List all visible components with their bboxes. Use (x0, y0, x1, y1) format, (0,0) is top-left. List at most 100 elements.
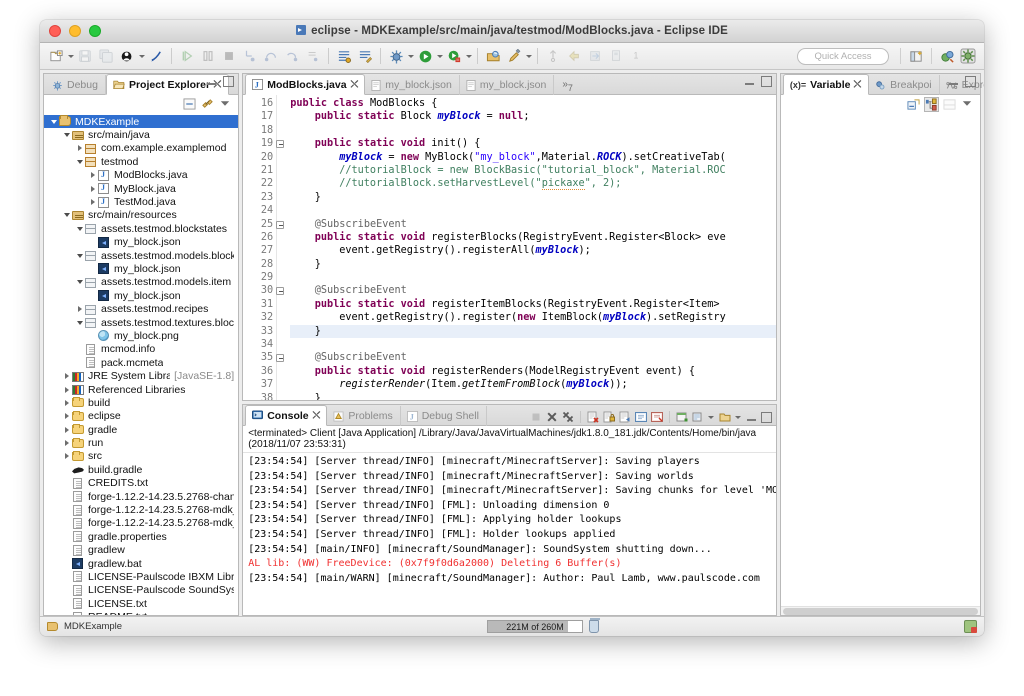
tree-twisty-closed-icon[interactable] (61, 400, 72, 406)
terminate-console-button[interactable] (530, 411, 542, 423)
minimize-console-button[interactable] (746, 412, 757, 423)
code-line[interactable]: myBlock = new MyBlock("my_block",Materia… (290, 151, 776, 164)
tree-item[interactable]: LICENSE-Paulscode SoundSystem CodecIBX (44, 584, 238, 597)
tree-item[interactable]: build.gradle (44, 463, 238, 476)
code-line[interactable]: public class ModBlocks { (290, 97, 776, 110)
variables-tab-close-icon[interactable]: ⛌ (854, 79, 862, 91)
variables-hscroll-thumb[interactable] (783, 608, 978, 615)
tree-item[interactable]: src (44, 450, 238, 463)
maximize-part-button[interactable] (223, 76, 234, 87)
tree-item[interactable]: forge-1.12.2-14.23.5.2768-mdk_Client.lau… (44, 503, 238, 516)
console-tab-close-icon[interactable]: ⛌ (312, 410, 320, 422)
tree-twisty-closed-icon[interactable] (61, 413, 72, 419)
editor-tab-my-block-json-2[interactable]: my_block.json (460, 75, 555, 95)
tree-item[interactable]: mcmod.info (44, 343, 238, 356)
console-output[interactable]: [23:54:54] [Server thread/INFO] [minecra… (243, 453, 776, 615)
open-console-button[interactable] (719, 411, 731, 423)
editor-tab-overflow[interactable]: »7 (554, 82, 579, 94)
tree-item[interactable]: my_block.png (44, 329, 238, 342)
code-line[interactable]: } (290, 325, 776, 338)
search-dropdown[interactable] (525, 47, 532, 65)
step-into-button[interactable] (240, 46, 260, 66)
tree-item[interactable]: com.example.examplemod (44, 142, 238, 155)
resume-button[interactable] (177, 46, 197, 66)
code-line[interactable]: //tutorialBlock.setHarvestLevel("pickaxe… (290, 177, 776, 190)
view-menu-button[interactable] (219, 98, 232, 111)
tree-item[interactable]: TestMod.java (44, 195, 238, 208)
project-tree[interactable]: MDKExamplesrc/main/javacom.example.examp… (44, 114, 238, 615)
tab-debug-shell[interactable]: J Debug Shell (401, 406, 487, 426)
tree-item[interactable]: gradlew (44, 544, 238, 557)
tree-item[interactable]: gradle (44, 423, 238, 436)
back-button[interactable] (564, 46, 584, 66)
tree-item[interactable]: testmod (44, 155, 238, 168)
code-line[interactable] (290, 338, 776, 351)
tree-item[interactable]: pack.mcmeta (44, 356, 238, 369)
last-edit-location-button[interactable] (543, 46, 563, 66)
open-type-button[interactable] (483, 46, 503, 66)
tree-twisty-open-icon[interactable] (74, 321, 85, 325)
tree-twisty-open-icon[interactable] (74, 227, 85, 231)
code-line[interactable]: public static void registerItemBlocks(Re… (290, 298, 776, 311)
scroll-lock-button[interactable] (603, 411, 615, 423)
tree-twisty-closed-icon[interactable] (74, 145, 85, 151)
new-java-class-dropdown[interactable] (138, 47, 145, 65)
minimize-button[interactable] (69, 25, 81, 37)
collapse-all-variables-button[interactable] (907, 98, 920, 111)
tree-twisty-closed-icon[interactable] (61, 453, 72, 459)
maximize-variables-button[interactable] (965, 76, 976, 87)
remove-launch-button[interactable] (546, 411, 558, 423)
java-perspective-button[interactable] (958, 46, 978, 66)
show-logical-structure-button[interactable] (925, 98, 938, 111)
debug-button[interactable] (386, 46, 406, 66)
tree-item[interactable]: LICENSE.txt (44, 597, 238, 610)
tree-item[interactable]: README.txt (44, 610, 238, 615)
skip-breakpoints-button[interactable] (334, 46, 354, 66)
code-content[interactable]: public class ModBlocks { public static B… (277, 95, 776, 400)
status-right-icon[interactable] (964, 620, 977, 633)
tree-item[interactable]: forge-1.12.2-14.23.5.2768-changelog.txt (44, 490, 238, 503)
search-button[interactable] (504, 46, 524, 66)
tree-item[interactable]: gradlew.bat (44, 557, 238, 570)
tree-twisty-closed-icon[interactable] (61, 387, 72, 393)
link-with-editor-button[interactable] (201, 98, 214, 111)
code-line[interactable]: event.getRegistry().register(new ItemBlo… (290, 311, 776, 324)
drop-to-frame-button[interactable] (303, 46, 323, 66)
toolbar-overflow-button[interactable]: 1 (627, 46, 647, 66)
pin-console-button[interactable] (651, 411, 663, 423)
minimize-part-button[interactable] (206, 76, 217, 87)
editor-tab-modblocks[interactable]: J ModBlocks.java ⛌ (245, 74, 365, 95)
tree-item[interactable]: my_block.json (44, 262, 238, 275)
tree-twisty-open-icon[interactable] (74, 160, 85, 164)
tree-item[interactable]: src/main/resources (44, 209, 238, 222)
tree-twisty-open-icon[interactable] (74, 280, 85, 284)
tree-item[interactable]: MyBlock.java (44, 182, 238, 195)
zoom-button[interactable] (89, 25, 101, 37)
tree-item[interactable]: CREDITS.txt (44, 477, 238, 490)
toggle-mark-occurrences-button[interactable] (146, 46, 166, 66)
code-line[interactable]: } (290, 258, 776, 271)
tree-item[interactable]: assets.testmod.recipes (44, 302, 238, 315)
open-console-dropdown[interactable] (692, 411, 704, 423)
step-over-button[interactable] (261, 46, 281, 66)
minimize-editor-button[interactable] (744, 76, 755, 87)
code-line[interactable] (290, 271, 776, 284)
tab-breakpoints[interactable]: Breakpoi (869, 75, 939, 95)
editor-tab-my-block-json-1[interactable]: my_block.json (365, 75, 460, 95)
code-line[interactable]: public static Block myBlock = null; (290, 110, 776, 123)
tree-twisty-open-icon[interactable] (61, 213, 72, 217)
minimize-variables-button[interactable] (948, 76, 959, 87)
tree-twisty-open-icon[interactable] (61, 133, 72, 137)
tree-item[interactable]: run (44, 436, 238, 449)
new-java-class-button[interactable] (117, 46, 137, 66)
code-line[interactable] (290, 204, 776, 217)
tree-item[interactable]: JRE System Library[JavaSE-1.8] (44, 369, 238, 382)
tree-item[interactable]: eclipse (44, 410, 238, 423)
next-annotation-button[interactable] (355, 46, 375, 66)
open-console-caret[interactable] (735, 408, 742, 426)
maximize-editor-button[interactable] (761, 76, 772, 87)
code-line[interactable]: @SubscribeEvent (290, 218, 776, 231)
tab-console[interactable]: Console ⛌ (245, 405, 327, 426)
tree-twisty-closed-icon[interactable] (87, 172, 98, 178)
code-line[interactable]: } (290, 392, 776, 400)
